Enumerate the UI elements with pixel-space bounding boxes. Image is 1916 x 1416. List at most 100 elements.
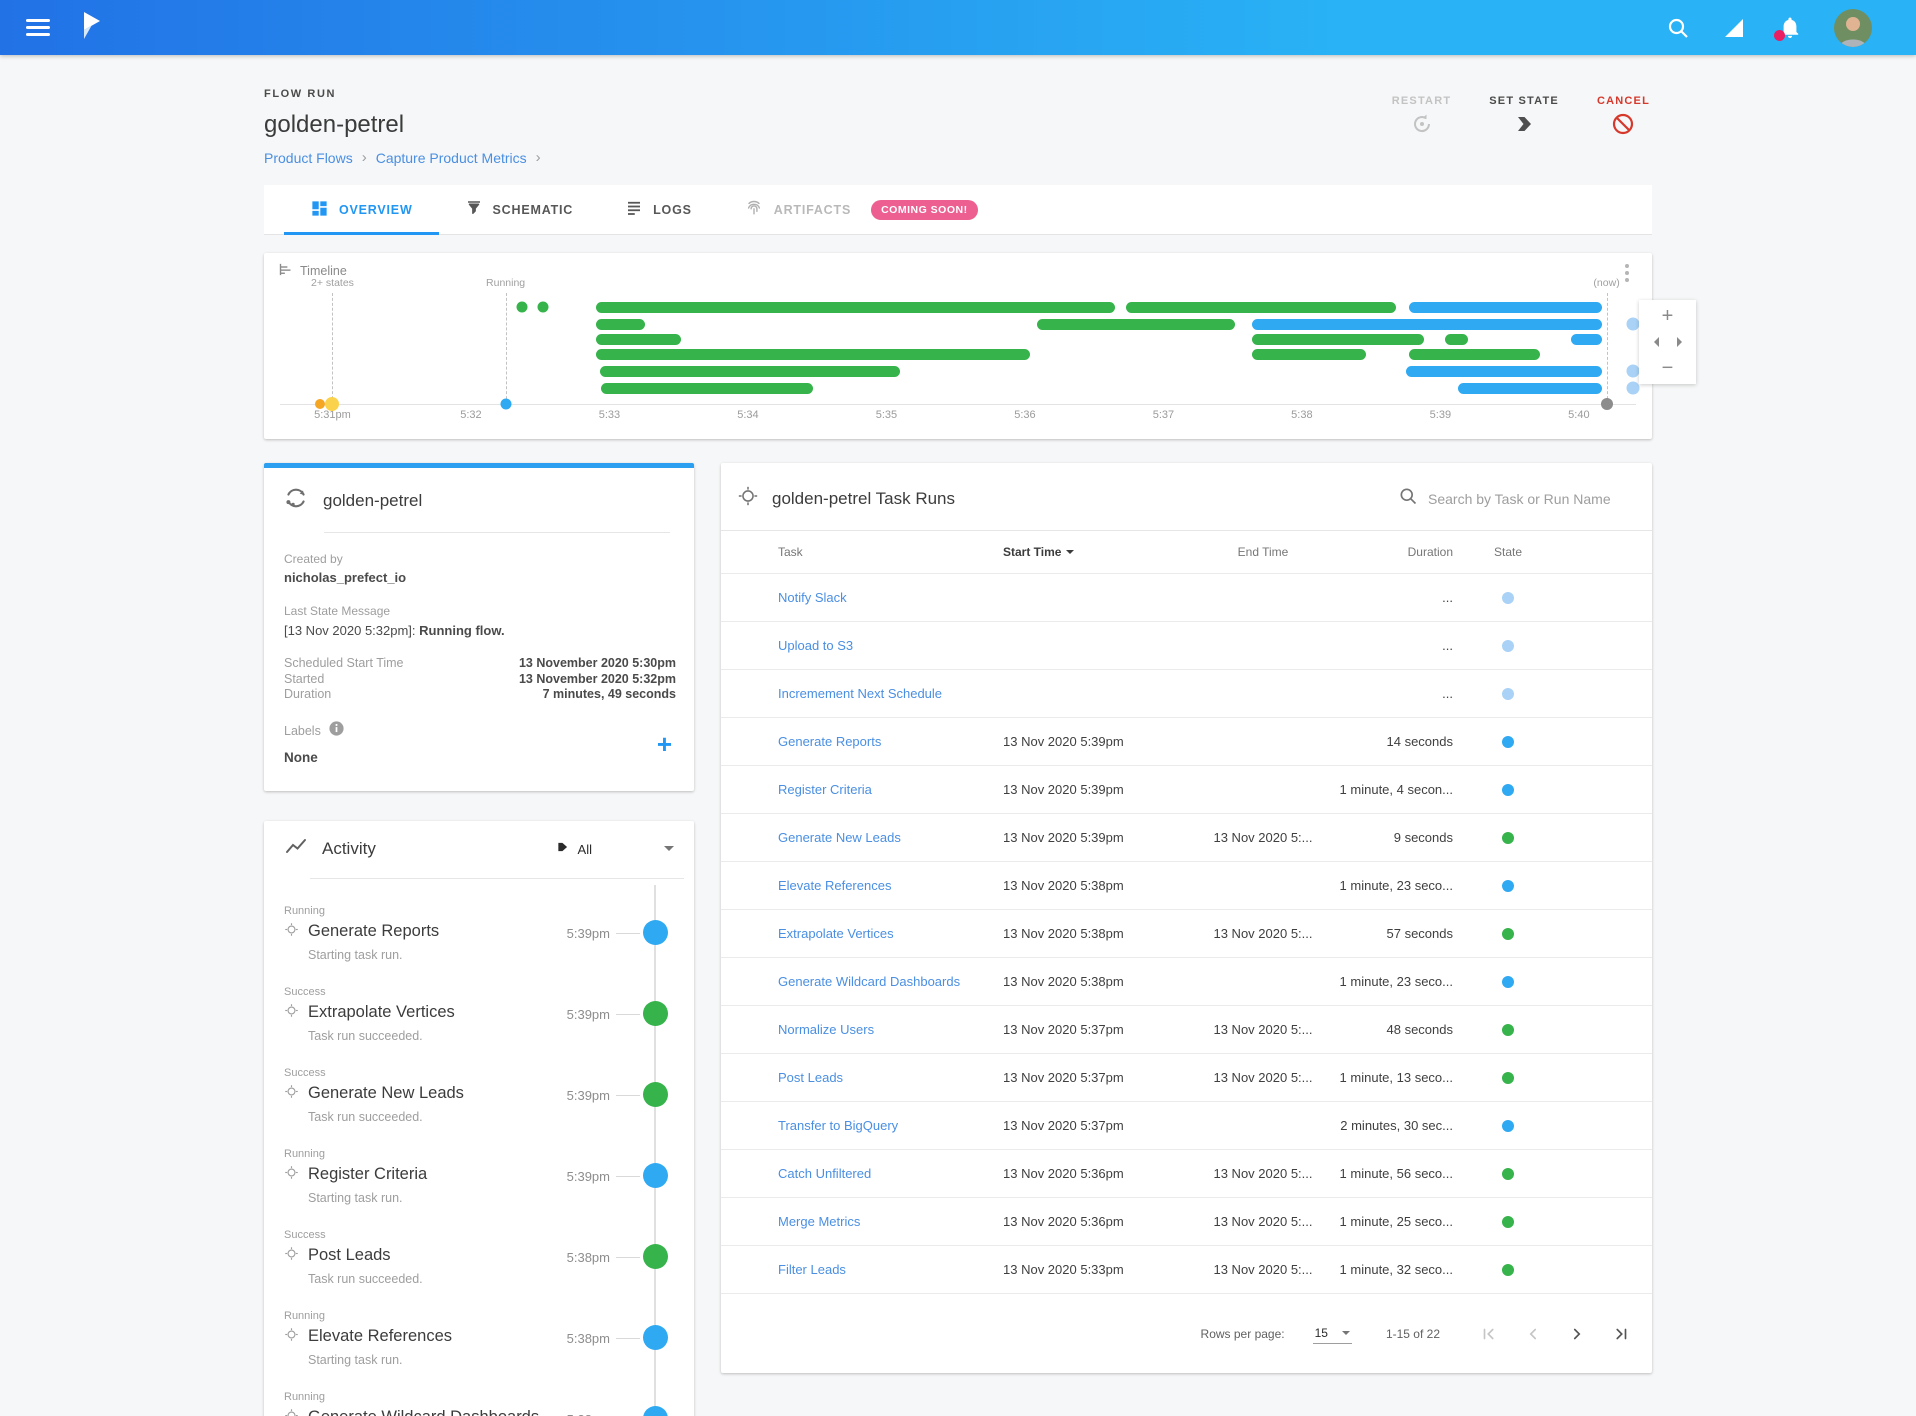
search-icon[interactable]: [1666, 16, 1690, 40]
timeline-task-dot[interactable]: [517, 302, 528, 313]
state-dot[interactable]: [1502, 1024, 1514, 1036]
task-link[interactable]: Notify Slack: [778, 590, 1003, 605]
timeline-task-dot[interactable]: [1626, 382, 1639, 395]
first-page-button[interactable]: [1480, 1325, 1498, 1343]
timeline-task-bar[interactable]: [1252, 349, 1366, 360]
timeline-task-bar[interactable]: [596, 302, 1115, 313]
pan-right-button[interactable]: [1677, 337, 1687, 347]
timeline-task-bar[interactable]: [601, 383, 813, 394]
task-link[interactable]: Merge Metrics: [778, 1214, 1003, 1229]
state-dot[interactable]: [1502, 640, 1514, 652]
column-state[interactable]: State: [1453, 545, 1563, 559]
state-dot[interactable]: [1502, 976, 1514, 988]
state-dot[interactable]: [1502, 1168, 1514, 1180]
info-icon[interactable]: [328, 720, 345, 742]
column-duration[interactable]: Duration: [1333, 545, 1453, 559]
task-link[interactable]: Generate Reports: [778, 734, 1003, 749]
task-link[interactable]: Normalize Users: [778, 1022, 1003, 1037]
task-link[interactable]: Generate New Leads: [778, 830, 1003, 845]
signal-icon[interactable]: [1722, 16, 1746, 40]
state-dot[interactable]: [1502, 736, 1514, 748]
set-state-button[interactable]: SET STATE: [1489, 95, 1559, 141]
activity-state-dot[interactable]: [643, 1001, 668, 1026]
timeline-task-bar[interactable]: [1406, 366, 1603, 377]
cancel-button[interactable]: CANCEL: [1597, 95, 1650, 141]
timeline-task-bar[interactable]: [1458, 383, 1602, 394]
pan-left-button[interactable]: [1649, 337, 1659, 347]
task-link[interactable]: Filter Leads: [778, 1262, 1003, 1277]
state-dot[interactable]: [1502, 1072, 1514, 1084]
activity-entry-task[interactable]: Register Criteria: [308, 1165, 427, 1184]
timeline-task-bar[interactable]: [1252, 334, 1424, 345]
task-link[interactable]: Transfer to BigQuery: [778, 1118, 1003, 1133]
timeline-task-bar[interactable]: [1037, 319, 1235, 330]
state-dot[interactable]: [1502, 832, 1514, 844]
activity-entry-task[interactable]: Post Leads: [308, 1246, 391, 1265]
activity-entry-task[interactable]: Elevate References: [308, 1327, 452, 1346]
activity-state-dot[interactable]: [643, 1082, 668, 1107]
task-link[interactable]: Generate Wildcard Dashboards: [778, 974, 1003, 989]
activity-state-dot[interactable]: [643, 920, 668, 945]
task-link[interactable]: Register Criteria: [778, 782, 1003, 797]
state-dot[interactable]: [1502, 592, 1514, 604]
timeline-task-dot[interactable]: [1626, 318, 1639, 331]
breadcrumb-link-product-flows[interactable]: Product Flows: [264, 150, 353, 166]
timeline-task-bar[interactable]: [1126, 302, 1396, 313]
state-dot[interactable]: [1502, 1216, 1514, 1228]
zoom-in-button[interactable]: +: [1662, 306, 1674, 326]
state-dot[interactable]: [1502, 1264, 1514, 1276]
activity-state-dot[interactable]: [643, 1163, 668, 1188]
previous-page-button[interactable]: [1524, 1325, 1542, 1343]
activity-state-dot[interactable]: [643, 1406, 668, 1416]
task-link[interactable]: Elevate References: [778, 878, 1003, 893]
activity-entry-task[interactable]: Generate New Leads: [308, 1084, 464, 1103]
next-page-button[interactable]: [1568, 1325, 1586, 1343]
timeline-task-bar[interactable]: [1252, 319, 1602, 330]
restart-button[interactable]: RESTART: [1392, 95, 1452, 141]
breadcrumb-link-capture-product-metrics[interactable]: Capture Product Metrics: [376, 150, 527, 166]
task-link[interactable]: Upload to S3: [778, 638, 1003, 653]
state-dot[interactable]: [1502, 784, 1514, 796]
activity-state-dot[interactable]: [643, 1244, 668, 1269]
avatar[interactable]: [1834, 9, 1872, 47]
add-label-button[interactable]: +: [657, 731, 672, 757]
zoom-out-button[interactable]: −: [1662, 358, 1674, 378]
rows-per-page-select[interactable]: 15: [1313, 1323, 1352, 1344]
tab-schematic[interactable]: SCHEMATIC: [439, 185, 600, 234]
state-dot[interactable]: [1502, 688, 1514, 700]
timeline-task-bar[interactable]: [1445, 334, 1469, 345]
timeline-task-bar[interactable]: [596, 349, 1031, 360]
activity-state-dot[interactable]: [643, 1325, 668, 1350]
timeline-task-bar[interactable]: [600, 366, 901, 377]
menu-icon[interactable]: [26, 19, 50, 36]
timeline-task-bar[interactable]: [596, 319, 646, 330]
state-dot[interactable]: [1502, 880, 1514, 892]
notifications-bell-icon[interactable]: [1778, 16, 1802, 40]
task-link[interactable]: Extrapolate Vertices: [778, 926, 1003, 941]
tab-artifacts[interactable]: ARTIFACTS COMING SOON!: [718, 185, 1004, 234]
timeline-task-bar[interactable]: [1571, 334, 1603, 345]
activity-entry-task[interactable]: Generate Wildcard Dashboards: [308, 1408, 539, 1416]
timeline-task-dot[interactable]: [1626, 365, 1639, 378]
activity-filter[interactable]: All: [556, 840, 674, 859]
activity-entry-task[interactable]: Extrapolate Vertices: [308, 1003, 455, 1022]
task-link[interactable]: Incremement Next Schedule: [778, 686, 1003, 701]
tab-overview[interactable]: OVERVIEW: [284, 185, 439, 234]
last-page-button[interactable]: [1612, 1325, 1630, 1343]
task-search-input[interactable]: [1428, 491, 1628, 507]
state-dot[interactable]: [1502, 1120, 1514, 1132]
timeline-task-bar[interactable]: [1409, 349, 1541, 360]
activity-entry-task[interactable]: Generate Reports: [308, 922, 439, 941]
timeline-task-dot[interactable]: [537, 302, 548, 313]
timeline-task-bar[interactable]: [1409, 302, 1603, 313]
prefect-logo-icon[interactable]: [80, 10, 106, 45]
column-start-time[interactable]: Start Time: [1003, 545, 1193, 559]
column-task[interactable]: Task: [778, 545, 1003, 559]
task-link[interactable]: Post Leads: [778, 1070, 1003, 1085]
timeline-task-bar[interactable]: [596, 334, 682, 345]
task-link[interactable]: Catch Unfiltered: [778, 1166, 1003, 1181]
tab-logs[interactable]: LOGS: [599, 185, 718, 234]
column-end-time[interactable]: End Time: [1193, 545, 1333, 559]
state-dot[interactable]: [1502, 928, 1514, 940]
chevron-down-icon[interactable]: [664, 846, 674, 856]
